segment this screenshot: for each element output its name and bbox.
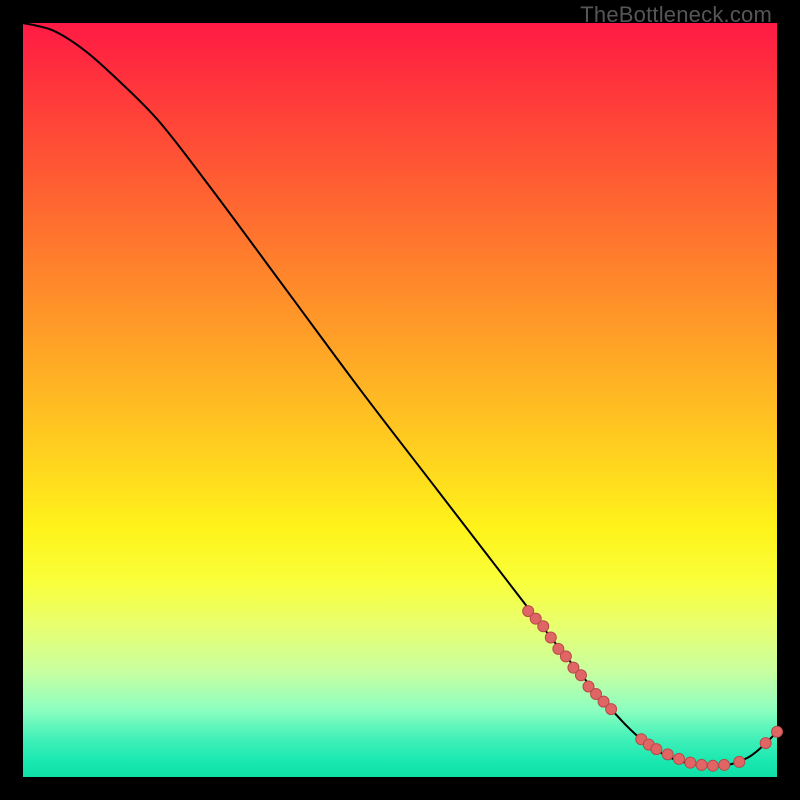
data-point: [685, 757, 696, 768]
data-point: [575, 670, 586, 681]
data-point: [734, 756, 745, 767]
data-point: [760, 738, 771, 749]
bottleneck-curve: [23, 23, 777, 767]
data-point: [707, 760, 718, 771]
data-point: [560, 651, 571, 662]
data-point: [606, 704, 617, 715]
data-point: [651, 744, 662, 755]
data-points: [523, 606, 783, 772]
data-point: [662, 749, 673, 760]
data-point: [545, 632, 556, 643]
chart-svg: [23, 23, 777, 777]
chart-container: TheBottleneck.com: [0, 0, 800, 800]
watermark-label: TheBottleneck.com: [580, 2, 772, 28]
data-point: [673, 753, 684, 764]
plot-area: [23, 23, 777, 777]
data-point: [772, 726, 783, 737]
data-point: [538, 621, 549, 632]
data-point: [696, 759, 707, 770]
data-point: [719, 759, 730, 770]
